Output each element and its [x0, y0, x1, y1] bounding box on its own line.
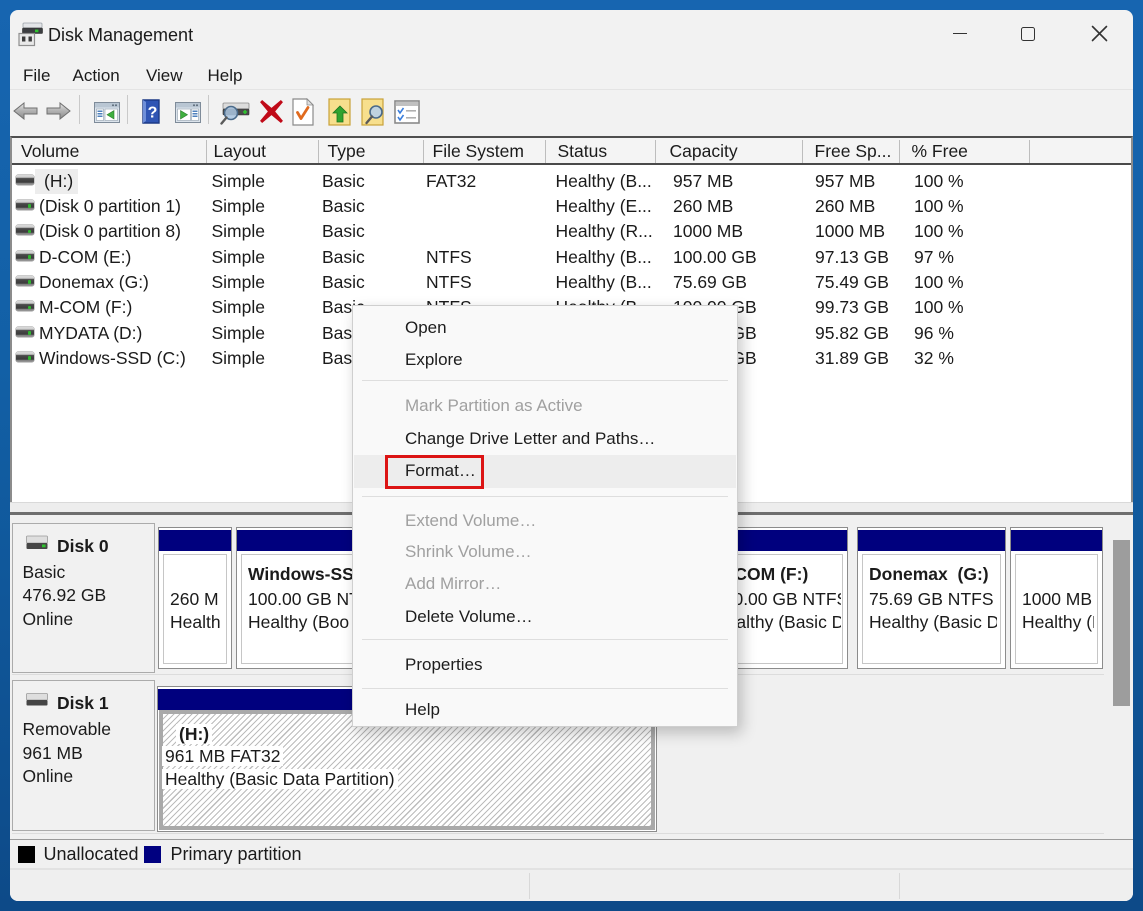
svg-text:?: ?	[148, 105, 158, 122]
